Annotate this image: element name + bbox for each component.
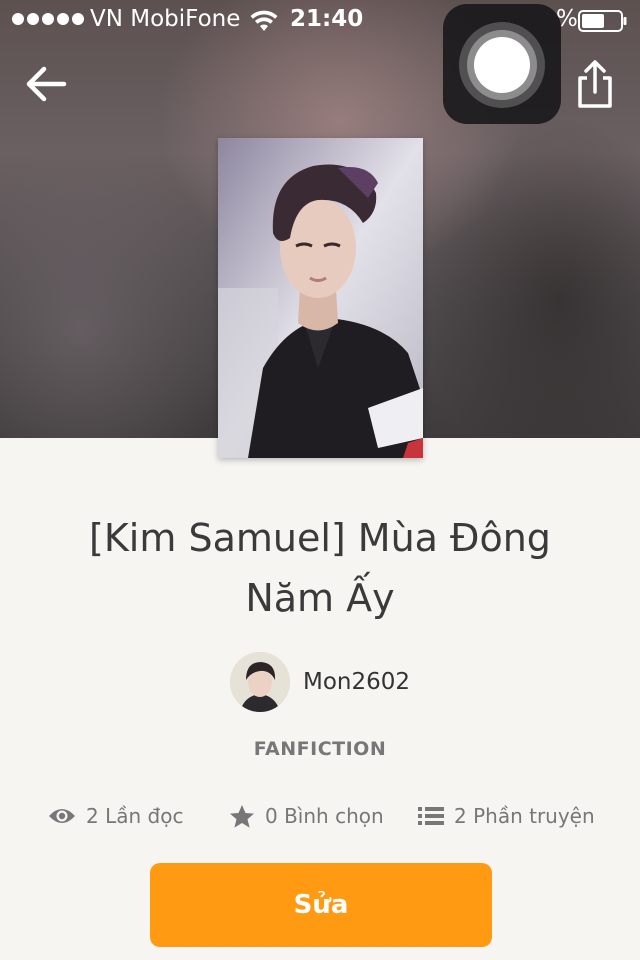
votes-count: 0 Bình chọn — [265, 804, 384, 828]
edit-story-button[interactable]: Sửa — [150, 863, 492, 947]
star-icon — [230, 804, 254, 828]
assistive-touch-dot — [474, 37, 530, 93]
back-arrow-icon[interactable] — [20, 58, 72, 110]
avatar[interactable] — [230, 652, 290, 712]
reads-stat: 2 Lần đọc — [48, 796, 183, 836]
battery-icon — [578, 10, 627, 32]
author-avatar-illustration — [230, 652, 290, 712]
signal-strength-icon — [12, 13, 84, 25]
eye-icon — [49, 809, 75, 823]
reads-count: 2 Lần đọc — [86, 804, 184, 828]
story-category-tag[interactable]: FANFICTION — [0, 738, 640, 760]
votes-stat: 0 Bình chọn — [229, 796, 384, 836]
parts-count: 2 Phần truyện — [454, 804, 595, 828]
story-cover-image[interactable] — [218, 138, 423, 458]
story-stats: 2 Lần đọc 0 Bình chọn 2 Phần truyện — [0, 796, 640, 836]
status-time: 21:40 — [290, 6, 364, 32]
list-icon — [418, 807, 444, 825]
carrier-name: VN MobiFone — [90, 6, 241, 32]
author-name[interactable]: Mon2602 — [303, 669, 410, 695]
share-icon[interactable] — [574, 58, 616, 110]
wifi-icon — [250, 10, 278, 31]
parts-stat: 2 Phần truyện — [418, 796, 595, 836]
author-link[interactable]: Mon2602 — [230, 652, 410, 712]
story-title: [Kim Samuel] Mùa Đông Năm Ấy — [89, 516, 551, 620]
cover-portrait-illustration — [218, 138, 423, 458]
assistive-touch-button[interactable] — [443, 4, 561, 124]
